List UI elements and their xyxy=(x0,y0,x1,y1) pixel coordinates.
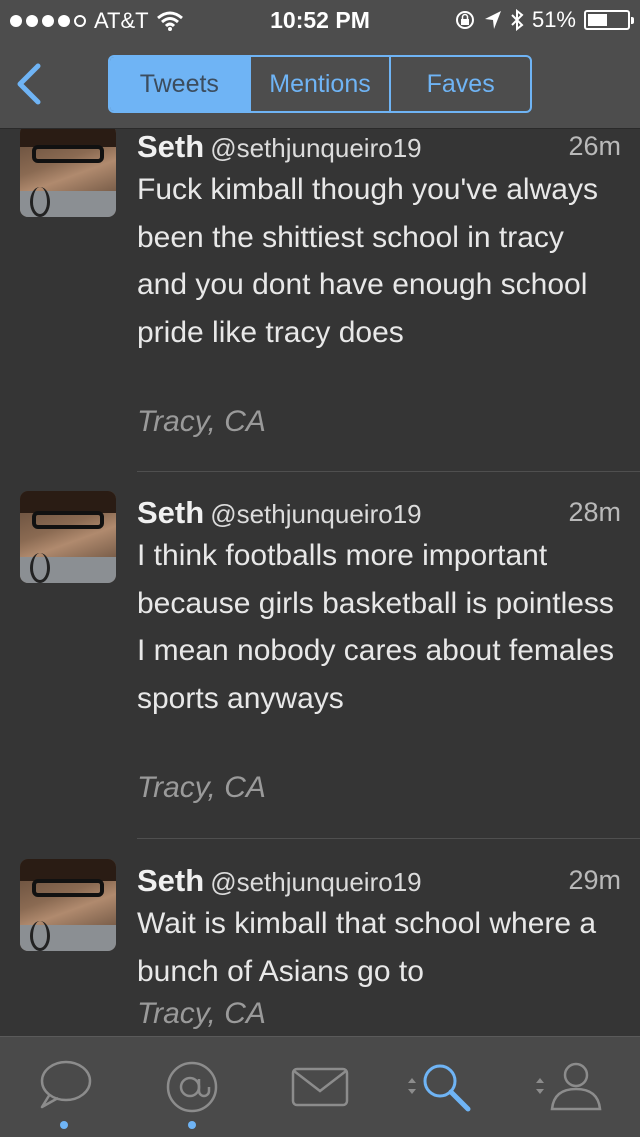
tweet-separator xyxy=(137,471,640,472)
tweet-author-handle: @sethjunqueiro19 xyxy=(210,867,422,897)
unread-indicator xyxy=(188,1121,196,1129)
avatar[interactable] xyxy=(20,859,116,951)
battery-percent: 51% xyxy=(531,7,576,32)
tweet-separator xyxy=(137,838,640,839)
tweet-timestamp: 26m xyxy=(568,131,621,161)
tweet-author-handle: @sethjunqueiro19 xyxy=(210,499,422,529)
envelope-icon xyxy=(291,1067,349,1107)
tweet-item[interactable]: Seth @sethjunqueiro19 26m Fuck kimball th… xyxy=(0,129,640,472)
tweet-header: Seth @sethjunqueiro19 26m xyxy=(137,129,621,169)
avatar[interactable] xyxy=(20,129,116,217)
navigation-bar: Tweets Mentions Faves xyxy=(0,40,640,129)
tweet-text: Fuck kimball though you've always been t… xyxy=(137,173,598,349)
tweet-timestamp: 29m xyxy=(568,865,621,895)
tab-mentions[interactable] xyxy=(152,1057,232,1117)
search-icon xyxy=(408,1064,471,1112)
unread-indicator xyxy=(60,1121,68,1129)
tweet-location: Tracy, CA xyxy=(137,771,266,804)
timeline-segmented-control: Tweets Mentions Faves xyxy=(108,55,532,113)
tweet-list: Seth @sethjunqueiro19 26m Fuck kimball th… xyxy=(0,129,640,1036)
back-chevron-icon[interactable] xyxy=(12,62,52,106)
tweet-header: Seth @sethjunqueiro19 28m xyxy=(137,495,621,535)
tweet-author-handle: @sethjunqueiro19 xyxy=(210,133,422,163)
tweet-location: Tracy, CA xyxy=(137,405,266,438)
tab-messages[interactable] xyxy=(280,1057,360,1117)
tweet-item[interactable]: Seth @sethjunqueiro19 28m I think footbal… xyxy=(0,491,640,839)
tweet-location: Tracy, CA xyxy=(137,997,266,1030)
tweet-timestamp: 28m xyxy=(568,497,621,527)
tweet-author-name: Seth xyxy=(137,863,205,898)
location-arrow-icon xyxy=(484,11,501,29)
profile-icon xyxy=(536,1062,602,1111)
status-right: 51% xyxy=(454,7,634,33)
tweet-text: Wait is kimball that school where a bunc… xyxy=(137,907,597,988)
tab-timeline[interactable] xyxy=(24,1057,104,1117)
segment-faves[interactable]: Faves xyxy=(389,57,530,111)
tab-search[interactable] xyxy=(400,1057,480,1117)
tweet-author-name: Seth xyxy=(137,129,205,164)
rotation-lock-icon xyxy=(455,11,474,29)
battery-icon xyxy=(584,10,634,30)
tab-bar xyxy=(0,1036,640,1137)
status-bar: AT&T 10:52 PM 51% xyxy=(0,0,640,40)
tweet-header: Seth @sethjunqueiro19 29m xyxy=(137,863,621,903)
avatar[interactable] xyxy=(20,491,116,583)
segment-tweets[interactable]: Tweets xyxy=(110,57,249,111)
speech-bubble-icon xyxy=(40,1060,92,1109)
bluetooth-icon xyxy=(511,9,524,31)
tweet-author-name: Seth xyxy=(137,495,205,530)
tab-profile[interactable] xyxy=(528,1057,608,1117)
battery-level xyxy=(588,14,607,26)
tweet-text: I think footballs more important because… xyxy=(137,539,614,715)
at-sign-icon xyxy=(166,1061,218,1113)
segment-mentions[interactable]: Mentions xyxy=(248,57,390,111)
tweet-item[interactable]: Seth @sethjunqueiro19 29m Wait is kimball… xyxy=(0,859,640,1036)
